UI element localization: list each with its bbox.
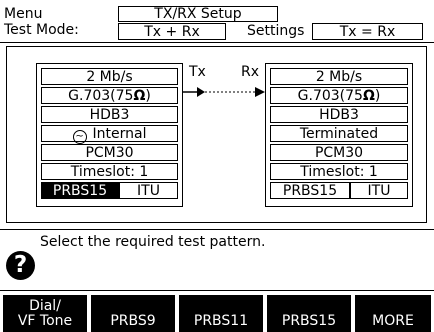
test-set-screen: Menu TX/RX Setup Test Mode: Tx + Rx Sett… bbox=[0, 0, 434, 332]
test-mode-label: Test Mode: bbox=[4, 22, 79, 38]
tx-timeslot[interactable]: Timeslot: 1 bbox=[41, 163, 178, 180]
rx-side-label: Rx bbox=[241, 64, 260, 80]
rx-interface[interactable]: G.703(75Ω) bbox=[270, 87, 408, 104]
settings-label: Settings bbox=[247, 23, 305, 39]
softkey-label-line2: VF Tone bbox=[17, 313, 73, 329]
menu-value: TX/RX Setup bbox=[154, 6, 242, 22]
rx-termination[interactable]: Terminated bbox=[270, 125, 408, 142]
header-divider bbox=[0, 42, 434, 43]
rx-pattern[interactable]: PRBS15 bbox=[270, 182, 350, 199]
rx-interface-suffix: ) bbox=[374, 88, 381, 104]
rx-line-code[interactable]: HDB3 bbox=[270, 106, 408, 123]
signal-path-arrow bbox=[183, 87, 265, 97]
ohm-symbol: Ω bbox=[362, 88, 375, 104]
clock-source-icon: ~ bbox=[72, 130, 87, 144]
rx-panel: 2 Mb/s G.703(75Ω) HDB3 Terminated PCM30 … bbox=[265, 63, 413, 207]
tx-line-code[interactable]: HDB3 bbox=[41, 106, 178, 123]
rx-framing[interactable]: PCM30 bbox=[270, 144, 408, 161]
softkey-prbs11[interactable]: PRBS11 bbox=[179, 295, 263, 332]
settings-value: Tx = Rx bbox=[339, 24, 396, 40]
rx-pattern-standard[interactable]: ITU bbox=[350, 182, 408, 199]
test-mode-value: Tx + Rx bbox=[144, 24, 200, 40]
tx-clock[interactable]: ~ Internal bbox=[41, 125, 178, 144]
tx-pattern-selected[interactable]: PRBS15 bbox=[41, 182, 119, 199]
softkey-prbs9[interactable]: PRBS9 bbox=[91, 295, 175, 332]
softkey-label-line2: PRBS15 bbox=[281, 313, 337, 329]
softkey-label-line2: MORE bbox=[372, 313, 414, 329]
rx-rate[interactable]: 2 Mb/s bbox=[270, 68, 408, 85]
help-question-icon: ? bbox=[6, 251, 35, 280]
softkey-divider bbox=[0, 290, 434, 291]
tx-interface-suffix: ) bbox=[145, 88, 151, 104]
tx-interface-prefix: G.703(75 bbox=[68, 88, 134, 104]
softkey-label-line2: PRBS9 bbox=[110, 313, 156, 329]
tx-panel: 2 Mb/s G.703(75Ω) HDB3 ~ Internal PCM30 T… bbox=[36, 63, 183, 207]
softkey-label-line1: Dial/ bbox=[29, 298, 61, 314]
tx-framing[interactable]: PCM30 bbox=[41, 144, 178, 161]
tx-clock-label: Internal bbox=[92, 126, 147, 142]
help-divider-top bbox=[0, 229, 434, 230]
help-text: Select the required test pattern. bbox=[40, 234, 266, 250]
settings-field[interactable]: Tx = Rx bbox=[312, 23, 423, 40]
softkey-dial-vf-tone[interactable]: Dial/ VF Tone bbox=[3, 295, 87, 332]
softkey-prbs15[interactable]: PRBS15 bbox=[267, 295, 351, 332]
softkey-more[interactable]: MORE bbox=[355, 295, 431, 332]
tx-rate[interactable]: 2 Mb/s bbox=[41, 68, 178, 85]
test-mode-field[interactable]: Tx + Rx bbox=[118, 23, 226, 40]
tx-interface[interactable]: G.703(75Ω) bbox=[41, 87, 178, 104]
menu-value-field[interactable]: TX/RX Setup bbox=[118, 6, 278, 22]
tx-pattern-standard[interactable]: ITU bbox=[119, 182, 178, 199]
rx-interface-prefix: G.703(75 bbox=[297, 88, 363, 104]
menu-label: Menu bbox=[4, 6, 43, 22]
tx-side-label: Tx bbox=[189, 64, 206, 80]
ohm-symbol: Ω bbox=[133, 88, 146, 104]
rx-timeslot[interactable]: Timeslot: 1 bbox=[270, 163, 408, 180]
softkey-label-line2: PRBS11 bbox=[193, 313, 249, 329]
